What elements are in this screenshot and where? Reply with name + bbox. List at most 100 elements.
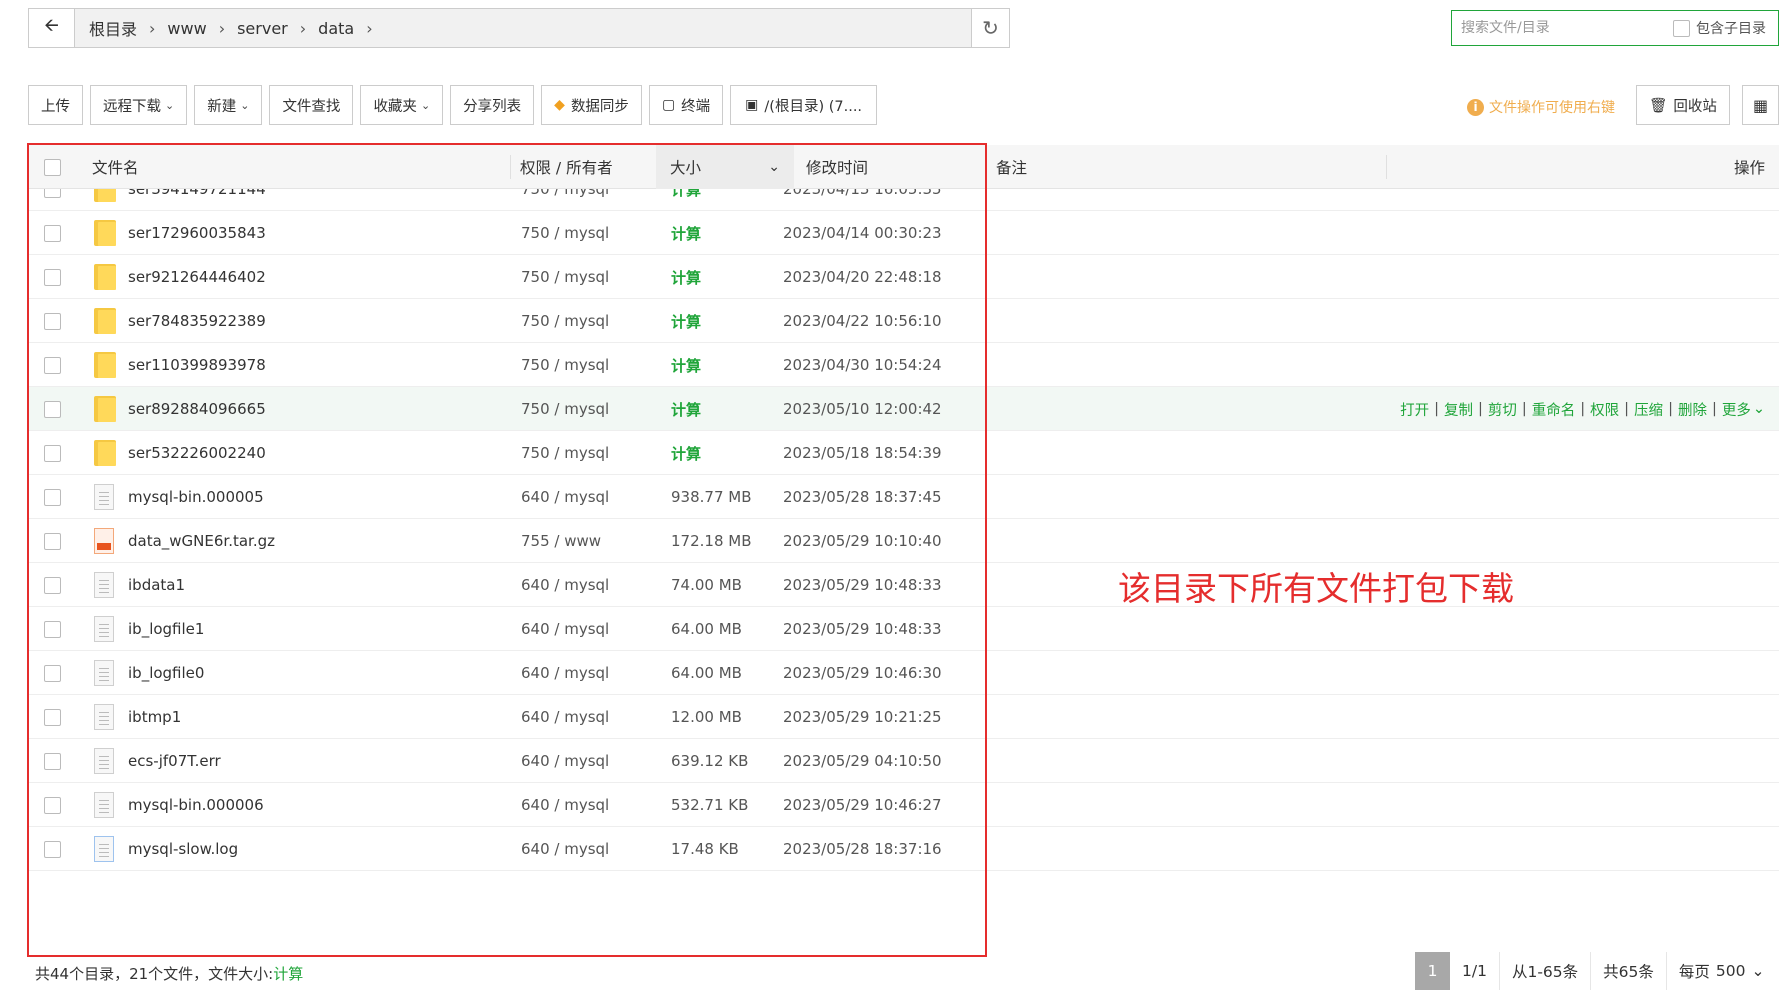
row-action-link[interactable]: 更多 <box>1722 399 1751 420</box>
row-checkbox[interactable] <box>44 343 61 387</box>
row-action-link[interactable]: 打开 <box>1400 399 1429 420</box>
include-subdir-checkbox[interactable] <box>1673 19 1690 37</box>
table-row[interactable]: data_wGNE6r.tar.gz 755 / www 172.18 MB 2023… <box>28 519 1779 563</box>
file-permission[interactable]: 750 / mysql <box>521 211 609 255</box>
disk-button[interactable]: ▣ /(根目录) (7.... <box>730 85 878 125</box>
refresh-icon[interactable]: ↻ <box>971 9 1009 47</box>
table-row[interactable]: ser784835922389 750 / mysql 计算 2023/04/22 1… <box>28 299 1779 343</box>
checkbox[interactable] <box>44 620 61 638</box>
checkbox[interactable] <box>44 532 61 550</box>
file-permission[interactable]: 750 / mysql <box>521 255 609 299</box>
table-row[interactable]: ecs-jf07T.err 640 / mysql 639.12 KB 2023/05… <box>28 739 1779 783</box>
file-name[interactable]: ser892884096665 <box>128 387 266 431</box>
breadcrumb-root[interactable]: 根目录 <box>83 16 143 40</box>
table-row[interactable]: ser892884096665 750 / mysql 计算 2023/05/10 1… <box>28 387 1779 431</box>
breadcrumb-data[interactable]: data <box>312 19 360 38</box>
row-checkbox[interactable] <box>44 563 61 607</box>
file-permission[interactable]: 640 / mysql <box>521 739 609 783</box>
size-calc-link[interactable]: 计算 <box>671 189 701 211</box>
file-name[interactable]: ser394149721144 <box>128 189 266 211</box>
row-checkbox[interactable] <box>44 431 61 475</box>
favorites-button[interactable]: 收藏夹 ⌄ <box>360 85 444 125</box>
select-all-checkbox[interactable] <box>44 158 61 176</box>
share-list-button[interactable]: 分享列表 <box>450 85 535 125</box>
row-checkbox[interactable] <box>44 255 61 299</box>
table-row[interactable]: ibtmp1 640 / mysql 12.00 MB 2023/05/29 10:2… <box>28 695 1779 739</box>
file-permission[interactable]: 750 / mysql <box>521 189 609 211</box>
row-checkbox[interactable] <box>44 607 61 651</box>
table-row[interactable]: ser394149721144 750 / mysql 计算 2023/04/13 1… <box>28 189 1779 211</box>
checkbox[interactable] <box>44 488 61 506</box>
file-name[interactable]: ib_logfile1 <box>128 607 204 651</box>
size-calc-link[interactable]: 计算 <box>671 255 701 299</box>
file-name[interactable]: ser784835922389 <box>128 299 266 343</box>
upload-button[interactable]: 上传 <box>28 85 83 125</box>
row-action-link[interactable]: 删除 <box>1678 399 1707 420</box>
file-permission[interactable]: 755 / www <box>521 519 601 563</box>
checkbox[interactable] <box>44 840 61 858</box>
back-arrow-icon[interactable]: 🡨 <box>29 9 75 47</box>
file-search-button[interactable]: 文件查找 <box>269 85 354 125</box>
row-action-link[interactable]: 重命名 <box>1532 399 1576 420</box>
file-permission[interactable]: 750 / mysql <box>521 343 609 387</box>
checkbox[interactable] <box>44 312 61 330</box>
new-button[interactable]: 新建 ⌄ <box>194 85 263 125</box>
checkbox[interactable] <box>44 576 61 594</box>
file-name[interactable]: ibtmp1 <box>128 695 181 739</box>
row-action-link[interactable]: 压缩 <box>1634 399 1663 420</box>
checkbox[interactable] <box>44 268 61 286</box>
file-name[interactable]: mysql-bin.000005 <box>128 475 264 519</box>
file-name[interactable]: mysql-bin.000006 <box>128 783 264 827</box>
table-row[interactable]: mysql-slow.log 640 / mysql 17.48 KB 2023/05… <box>28 827 1779 871</box>
row-action-link[interactable]: 权限 <box>1590 399 1619 420</box>
row-action-link[interactable]: 剪切 <box>1488 399 1517 420</box>
checkbox[interactable] <box>44 189 61 198</box>
row-checkbox[interactable] <box>44 387 61 431</box>
search-input[interactable] <box>1461 20 1669 36</box>
header-mtime[interactable]: 修改时间 <box>806 145 868 189</box>
size-calc-link[interactable]: 计算 <box>671 211 701 255</box>
per-page-select[interactable]: 每页 500 ⌄ <box>1667 952 1777 990</box>
checkbox[interactable] <box>44 796 61 814</box>
checkbox[interactable] <box>44 224 61 242</box>
size-calc-link[interactable]: 计算 <box>671 387 701 431</box>
size-calc-link[interactable]: 计算 <box>671 343 701 387</box>
table-row[interactable]: ser532226002240 750 / mysql 计算 2023/05/18 1… <box>28 431 1779 475</box>
row-checkbox[interactable] <box>44 651 61 695</box>
row-checkbox[interactable] <box>44 189 61 211</box>
header-perm[interactable]: 权限 / 所有者 <box>520 145 613 189</box>
grid-view-icon[interactable]: ▦ <box>1742 85 1779 125</box>
checkbox[interactable] <box>44 356 61 374</box>
file-permission[interactable]: 640 / mysql <box>521 695 609 739</box>
file-name[interactable]: ser532226002240 <box>128 431 266 475</box>
checkbox[interactable] <box>44 444 61 462</box>
file-name[interactable]: mysql-slow.log <box>128 827 238 871</box>
table-row[interactable]: ib_logfile1 640 / mysql 64.00 MB 2023/05/29… <box>28 607 1779 651</box>
data-sync-button[interactable]: ◆ 数据同步 <box>541 85 642 125</box>
page-button-current[interactable]: 1 <box>1415 952 1450 990</box>
breadcrumb-www[interactable]: www <box>161 19 212 38</box>
row-checkbox[interactable] <box>44 827 61 871</box>
file-name[interactable]: ib_logfile0 <box>128 651 204 695</box>
chevron-down-icon[interactable]: ⌄ <box>1753 401 1765 417</box>
table-row[interactable]: mysql-bin.000006 640 / mysql 532.71 KB 2023… <box>28 783 1779 827</box>
table-row[interactable]: ser110399893978 750 / mysql 计算 2023/04/30 1… <box>28 343 1779 387</box>
file-name[interactable]: ser110399893978 <box>128 343 266 387</box>
file-permission[interactable]: 750 / mysql <box>521 431 609 475</box>
recycle-bin-button[interactable]: 🗑 回收站 <box>1636 85 1730 125</box>
file-permission[interactable]: 640 / mysql <box>521 827 609 871</box>
row-checkbox[interactable] <box>44 211 61 255</box>
size-calc-link[interactable]: 计算 <box>671 299 701 343</box>
checkbox[interactable] <box>44 752 61 770</box>
file-permission[interactable]: 640 / mysql <box>521 563 609 607</box>
size-calc-link[interactable]: 计算 <box>671 431 701 475</box>
remote-download-button[interactable]: 远程下载 ⌄ <box>90 85 188 125</box>
header-size[interactable]: 大小 ⌄ <box>656 145 794 189</box>
row-checkbox[interactable] <box>44 299 61 343</box>
file-permission[interactable]: 750 / mysql <box>521 387 609 431</box>
table-row[interactable]: ser172960035843 750 / mysql 计算 2023/04/14 0… <box>28 211 1779 255</box>
file-permission[interactable]: 750 / mysql <box>521 299 609 343</box>
header-name[interactable]: 文件名 <box>92 145 139 189</box>
file-permission[interactable]: 640 / mysql <box>521 783 609 827</box>
checkbox[interactable] <box>44 708 61 726</box>
